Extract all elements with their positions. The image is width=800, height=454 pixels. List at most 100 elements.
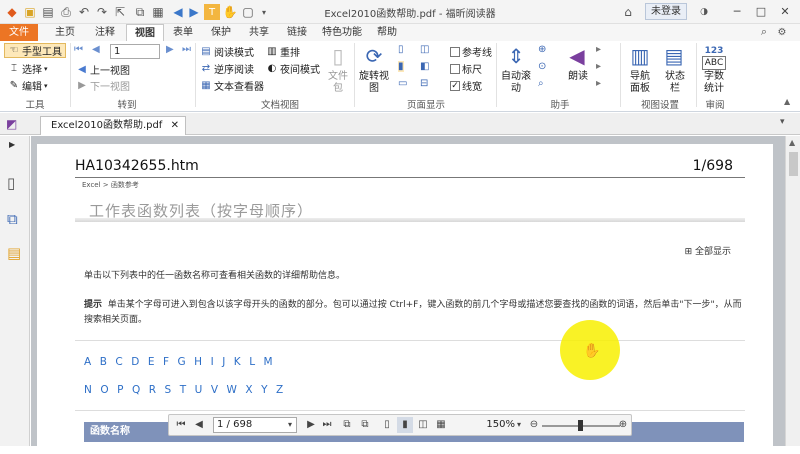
help-icon[interactable]: ◑ — [696, 4, 712, 20]
read-aloud-label[interactable]: 朗读 — [566, 71, 590, 83]
letter-link[interactable]: T — [180, 384, 186, 396]
letter-link[interactable]: A — [84, 356, 91, 368]
pages-icon[interactable]: ▯ — [7, 174, 15, 192]
letter-link[interactable]: D — [131, 356, 139, 368]
letter-link[interactable]: I — [211, 356, 214, 368]
letter-link[interactable]: S — [165, 384, 172, 396]
reading-mode-button[interactable]: ▤ 阅读模式 — [200, 44, 254, 60]
menu-help[interactable]: 帮助 — [370, 24, 404, 41]
letter-link[interactable]: Q — [132, 384, 140, 396]
letter-link[interactable]: C — [115, 356, 122, 368]
minimize-button[interactable]: ─ — [728, 3, 746, 20]
cont-facing-view-icon[interactable]: ▦ — [433, 417, 449, 433]
document-viewer[interactable]: HA10342655.htm 1/698 Excel > 函数参考 工作表函数列… — [31, 136, 785, 454]
read-option-3-icon[interactable]: ▸ — [596, 78, 601, 89]
show-all-link[interactable]: ⊞ 全部显示 — [685, 244, 731, 257]
document-tab[interactable]: Excel2010函数帮助.pdf ✕ — [40, 116, 186, 135]
next-page-icon[interactable]: ▶ — [303, 417, 319, 433]
login-button[interactable]: 未登录 — [645, 3, 687, 20]
copy-icon[interactable]: ⧉ — [132, 4, 148, 20]
back-icon[interactable]: ◀ — [170, 4, 186, 20]
snapshot-icon[interactable]: ▢ — [240, 4, 256, 20]
hand-tool-button[interactable]: ☜ 手型工具 — [4, 43, 66, 58]
letter-link[interactable]: X — [245, 384, 252, 396]
menu-view[interactable]: 视图 — [126, 24, 164, 42]
rotate-view-label[interactable]: 旋转视图 — [358, 71, 390, 95]
prev-view-button[interactable]: ◀ 上一视图 — [76, 62, 130, 78]
skin-icon[interactable]: ⌂ — [620, 4, 636, 20]
letter-link[interactable]: P — [117, 384, 123, 396]
reflow-button[interactable]: ▥ 重排 — [266, 44, 300, 60]
search-icon[interactable]: ⌕ — [756, 24, 772, 40]
forward-icon[interactable]: ▶ — [186, 4, 202, 20]
close-button[interactable]: ✕ — [776, 3, 794, 20]
last-page-icon[interactable]: ⏭ — [319, 417, 335, 433]
last-page-button[interactable]: ⏭ — [182, 44, 191, 55]
prev-page-icon[interactable]: ◀ — [191, 417, 207, 433]
autoscroll-icon[interactable]: ⇕ — [502, 43, 530, 69]
read-aloud-icon[interactable]: ◀ — [563, 43, 591, 69]
first-page-icon[interactable]: ⏮ — [173, 417, 189, 433]
zoom-in-icon[interactable]: ⊕ — [615, 417, 631, 433]
letter-link[interactable]: W — [227, 384, 237, 396]
customize-icon[interactable]: ▾ — [256, 4, 272, 20]
facing-view-icon[interactable]: ◫ — [415, 417, 431, 433]
maximize-button[interactable]: □ — [752, 3, 770, 20]
first-page-button[interactable]: ⏮ — [74, 44, 83, 55]
split-icon[interactable]: ⊟ — [420, 78, 428, 89]
status-bar-icon[interactable]: ▤ — [660, 43, 688, 69]
line-width-checkbox[interactable]: ✓ 线宽 — [450, 78, 482, 93]
read-option-2-icon[interactable]: ▸ — [596, 61, 601, 72]
letter-link[interactable]: E — [148, 356, 155, 368]
paste-icon[interactable]: ▦ — [150, 4, 166, 20]
hand-icon[interactable]: ✋ — [222, 4, 238, 20]
letter-link[interactable]: L — [249, 356, 255, 368]
letter-link[interactable]: V — [211, 384, 218, 396]
reverse-reading-button[interactable]: ⇄ 逆序阅读 — [200, 61, 254, 77]
facing-icon[interactable]: ▭ — [398, 78, 407, 89]
start-page-icon[interactable]: ◩ — [6, 117, 17, 131]
status-bar-label[interactable]: 状态栏 — [662, 71, 688, 95]
typewriter-icon[interactable]: T — [204, 4, 220, 20]
nav-panel-label[interactable]: 导航面板 — [626, 71, 654, 95]
letter-link[interactable]: N — [84, 384, 92, 396]
save-icon[interactable]: ▤ — [40, 4, 56, 20]
doc-package-icon[interactable]: ▯ — [324, 43, 352, 69]
redo-icon[interactable]: ↷ — [94, 4, 110, 20]
wordcount-abc-icon[interactable]: ABC — [702, 56, 726, 70]
letter-link[interactable]: U — [195, 384, 203, 396]
menu-home[interactable]: 主页 — [48, 24, 82, 41]
loupe-icon[interactable]: ⊙ — [538, 61, 546, 72]
ref-line-checkbox[interactable]: 参考线 — [450, 44, 492, 59]
single-page-icon[interactable]: ▯ — [398, 44, 404, 55]
next-view-icon[interactable]: ⧉ — [357, 417, 373, 433]
autoscroll-label[interactable]: 自动滚动 — [500, 71, 532, 95]
zoom-out-icon[interactable]: ⊖ — [526, 417, 542, 433]
letter-link[interactable]: O — [100, 384, 108, 396]
tab-list-icon[interactable]: ▾ — [780, 117, 785, 127]
cont-facing-icon[interactable]: ◫ — [420, 44, 429, 55]
settings-icon[interactable]: ⚙ — [774, 24, 790, 40]
single-page-view-icon[interactable]: ▯ — [379, 417, 395, 433]
night-mode-button[interactable]: ◐ 夜间模式 — [266, 61, 320, 77]
scroll-up-icon[interactable]: ▲ — [789, 138, 795, 147]
menu-link[interactable]: 链接 — [280, 24, 314, 41]
undo-icon[interactable]: ↶ — [76, 4, 92, 20]
page-dropdown-icon[interactable]: ▾ — [282, 417, 298, 433]
next-page-button[interactable]: ▶ — [166, 44, 174, 55]
letter-link[interactable]: H — [194, 356, 202, 368]
zoom-level[interactable]: 150% — [469, 417, 515, 433]
expand-panel-icon[interactable]: ▶ — [9, 140, 15, 149]
menu-form[interactable]: 表单 — [166, 24, 200, 41]
print-icon[interactable]: ⎙ — [58, 4, 74, 20]
letter-link[interactable]: M — [264, 356, 273, 368]
continuous-icon[interactable]: ▮ — [398, 61, 404, 72]
vertical-scrollbar[interactable]: ▲ — [785, 136, 800, 446]
text-viewer-button[interactable]: ▦ 文本查看器 — [200, 78, 264, 94]
doc-package-label[interactable]: 文件包 — [326, 71, 350, 95]
zoom-dropdown-icon[interactable]: ▾ — [511, 417, 527, 433]
ruler-checkbox[interactable]: 标尺 — [450, 61, 482, 76]
letter-link[interactable]: R — [149, 384, 156, 396]
letter-link[interactable]: F — [163, 356, 169, 368]
letter-link[interactable]: K — [234, 356, 241, 368]
